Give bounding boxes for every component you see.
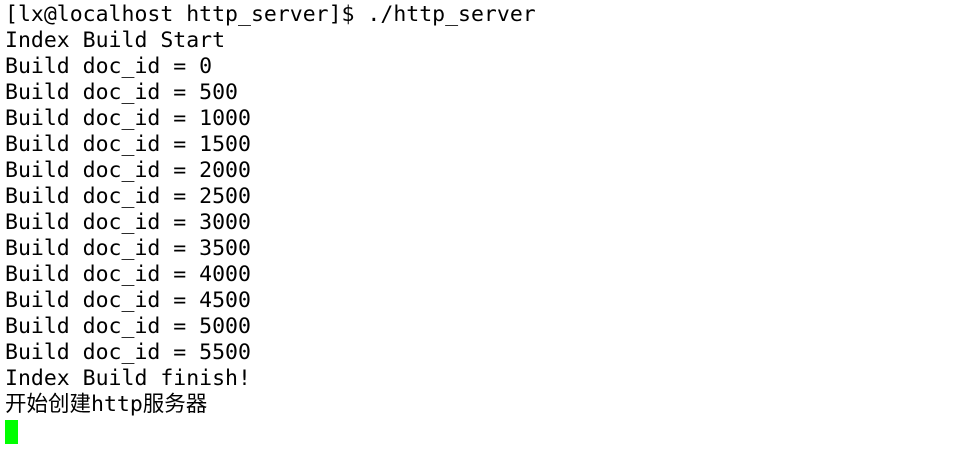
output-line-build-doc: Build doc_id = 2500 <box>5 184 251 209</box>
output-line-build-doc: Build doc_id = 5500 <box>5 340 251 365</box>
output-line-build-doc: Build doc_id = 2000 <box>5 158 251 183</box>
output-line-index-build-start: Index Build Start <box>5 28 226 53</box>
output-line-build-doc: Build doc_id = 1000 <box>5 106 251 131</box>
output-line-build-doc: Build doc_id = 4500 <box>5 288 251 313</box>
output-line-build-doc: Build doc_id = 5000 <box>5 314 251 339</box>
output-line-build-doc: Build doc_id = 500 <box>5 80 238 105</box>
cursor-line <box>5 418 978 444</box>
output-line-index-build-finish: Index Build finish! <box>5 366 251 391</box>
output-line-build-doc: Build doc_id = 1500 <box>5 132 251 157</box>
command-prompt-line: [lx@localhost http_server]$ ./http_serve… <box>5 2 536 27</box>
output-line-build-doc: Build doc_id = 3000 <box>5 210 251 235</box>
terminal-cursor <box>5 420 18 444</box>
output-line-server-start: 开始创建http服务器 <box>5 392 208 417</box>
terminal-window[interactable]: [lx@localhost http_server]$ ./http_serve… <box>0 0 978 451</box>
output-line-build-doc: Build doc_id = 3500 <box>5 236 251 261</box>
output-line-build-doc: Build doc_id = 0 <box>5 54 213 79</box>
output-line-build-doc: Build doc_id = 4000 <box>5 262 251 287</box>
